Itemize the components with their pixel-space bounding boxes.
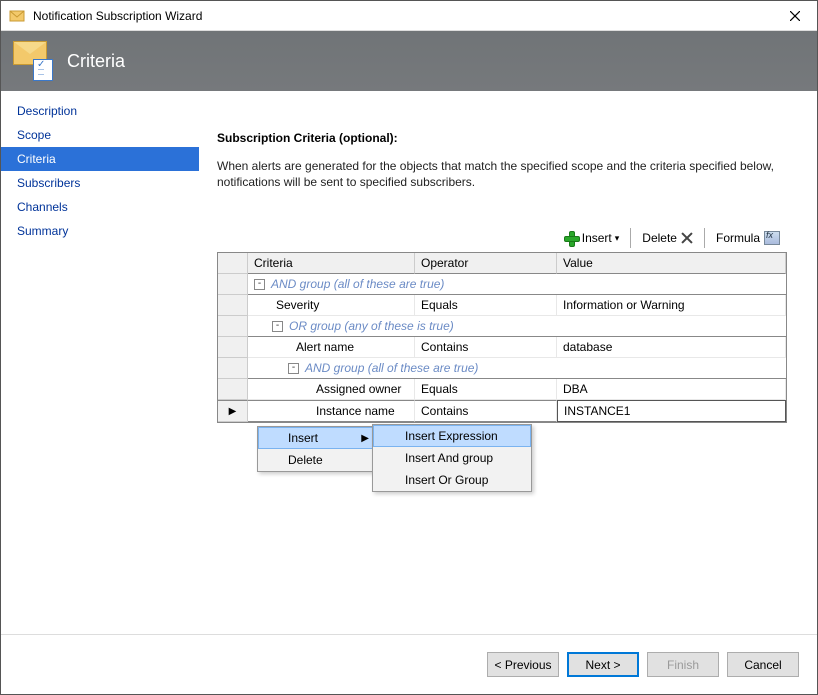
banner: Criteria [1, 31, 817, 91]
titlebar: Notification Subscription Wizard [1, 1, 817, 31]
table-row[interactable]: Severity Equals Information or Warning [218, 295, 786, 316]
context-delete[interactable]: Delete [258, 449, 378, 471]
cell-criteria[interactable]: Assigned owner [248, 379, 415, 400]
close-button[interactable] [773, 1, 817, 30]
wizard-icon [13, 41, 53, 81]
cell-value[interactable]: DBA [557, 379, 786, 400]
group-label: OR group (any of these is true) [289, 319, 454, 333]
toolbar-separator [630, 228, 631, 248]
col-criteria[interactable]: Criteria [248, 253, 415, 274]
sidebar-item-description[interactable]: Description [1, 99, 199, 123]
cell-operator[interactable]: Contains [415, 400, 557, 422]
context-menu: Insert ▶ Delete [257, 426, 379, 472]
cell-criteria[interactable]: Alert name [248, 337, 415, 358]
cancel-button[interactable]: Cancel [727, 652, 799, 677]
insert-label: Insert [582, 231, 612, 245]
cell-criteria[interactable]: Instance name [248, 400, 415, 422]
cell-operator[interactable]: Contains [415, 337, 557, 358]
cell-criteria[interactable]: Severity [248, 295, 415, 316]
delete-label: Delete [642, 231, 677, 245]
cell-value[interactable]: Information or Warning [557, 295, 786, 316]
wizard-window: Notification Subscription Wizard Criteri… [0, 0, 818, 695]
submenu-insert-expression[interactable]: Insert Expression [373, 425, 531, 447]
submenu-insert-and-group[interactable]: Insert And group [373, 447, 531, 469]
criteria-grid[interactable]: Criteria Operator Value -AND group (all … [217, 252, 787, 423]
table-row[interactable]: Alert name Contains database [218, 337, 786, 358]
sidebar-item-subscribers[interactable]: Subscribers [1, 171, 199, 195]
section-title: Subscription Criteria (optional): [217, 131, 787, 145]
group-label: AND group (all of these are true) [305, 361, 478, 375]
sidebar: Description Scope Criteria Subscribers C… [1, 91, 199, 634]
finish-button: Finish [647, 652, 719, 677]
previous-button[interactable]: < Previous [487, 652, 559, 677]
sidebar-item-criteria[interactable]: Criteria [1, 147, 199, 171]
group-row-or[interactable]: -OR group (any of these is true) [218, 316, 786, 337]
table-row-selected[interactable]: ▶ Instance name Contains INSTANCE1 [218, 400, 786, 422]
delete-icon [681, 232, 693, 244]
group-row-and-inner[interactable]: -AND group (all of these are true) [218, 358, 786, 379]
plus-icon [564, 231, 578, 245]
table-row[interactable]: Assigned owner Equals DBA [218, 379, 786, 400]
cell-value[interactable]: database [557, 337, 786, 358]
next-button[interactable]: Next > [567, 652, 639, 677]
banner-title: Criteria [67, 51, 125, 72]
grid-toolbar: Insert ▾ Delete Formula [217, 226, 787, 250]
collapse-icon[interactable]: - [272, 321, 283, 332]
cell-operator[interactable]: Equals [415, 379, 557, 400]
formula-icon [764, 231, 780, 245]
insert-button[interactable]: Insert ▾ [557, 226, 627, 250]
sidebar-item-channels[interactable]: Channels [1, 195, 199, 219]
submenu-arrow-icon: ▶ [361, 433, 369, 444]
group-row-and[interactable]: -AND group (all of these are true) [218, 274, 786, 295]
sidebar-item-scope[interactable]: Scope [1, 123, 199, 147]
col-value[interactable]: Value [557, 253, 786, 274]
grid-header: Criteria Operator Value [218, 253, 786, 274]
sidebar-item-summary[interactable]: Summary [1, 219, 199, 243]
collapse-icon[interactable]: - [254, 279, 265, 290]
footer: < Previous Next > Finish Cancel [1, 634, 817, 694]
col-operator[interactable]: Operator [415, 253, 557, 274]
main-panel: Subscription Criteria (optional): When a… [199, 91, 817, 634]
cell-value[interactable]: INSTANCE1 [557, 400, 786, 422]
window-title: Notification Subscription Wizard [33, 9, 773, 23]
formula-label: Formula [716, 231, 760, 245]
app-icon [9, 8, 25, 24]
context-insert[interactable]: Insert ▶ [258, 427, 378, 449]
row-pointer-icon: ▶ [229, 406, 237, 417]
dropdown-caret-icon: ▾ [615, 233, 620, 244]
context-submenu: Insert Expression Insert And group Inser… [372, 424, 532, 492]
delete-button[interactable]: Delete [635, 226, 700, 250]
section-description: When alerts are generated for the object… [217, 159, 777, 190]
cell-operator[interactable]: Equals [415, 295, 557, 316]
group-label: AND group (all of these are true) [271, 277, 444, 291]
toolbar-separator [704, 228, 705, 248]
collapse-icon[interactable]: - [288, 363, 299, 374]
formula-button[interactable]: Formula [709, 226, 787, 250]
submenu-insert-or-group[interactable]: Insert Or Group [373, 469, 531, 491]
